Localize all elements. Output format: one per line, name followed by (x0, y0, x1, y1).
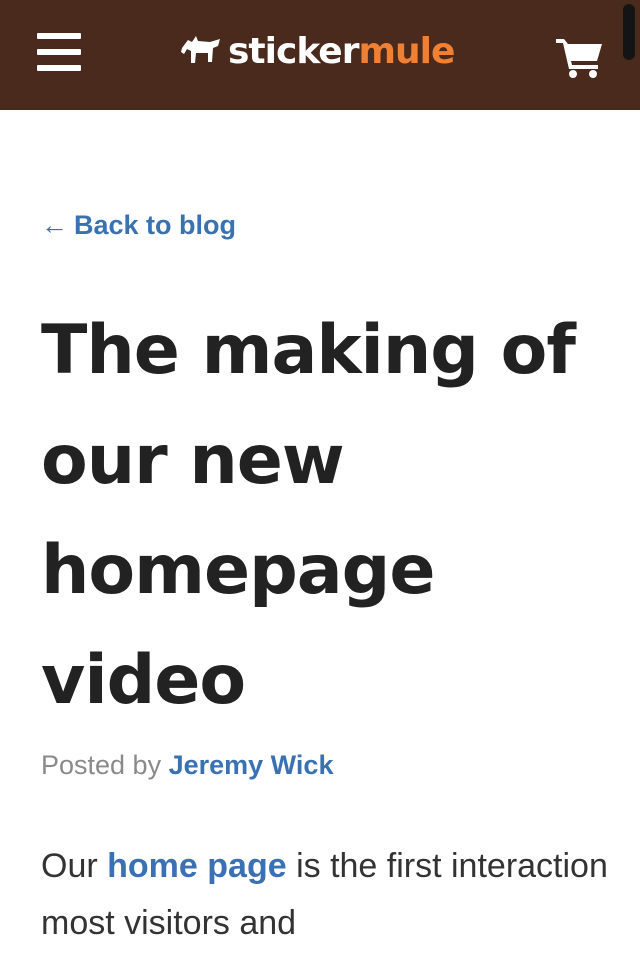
menu-bar-top (37, 33, 81, 39)
author-link[interactable]: Jeremy Wick (169, 750, 334, 780)
site-header: stickermule (0, 0, 640, 110)
byline-prefix: Posted by (41, 750, 162, 780)
home-page-link[interactable]: home page (107, 847, 286, 885)
logo-text-mule: mule (358, 31, 455, 72)
post-title: The making of our new homepage video (41, 311, 576, 720)
hamburger-menu-icon[interactable] (37, 33, 81, 73)
mule-icon (181, 36, 220, 63)
scrollbar-thumb[interactable] (623, 4, 635, 60)
logo-wordmark: stickermule (228, 28, 455, 76)
post-body-paragraph: Our home page is the first interaction m… (41, 838, 611, 952)
stickermule-logo[interactable]: stickermule (180, 28, 455, 76)
post-byline: Posted by Jeremy Wick (41, 750, 333, 781)
menu-bar-bottom (37, 65, 81, 71)
shopping-cart-icon[interactable] (556, 36, 604, 78)
menu-bar-middle (37, 49, 81, 55)
back-to-blog-link[interactable]: ← Back to blog (41, 210, 236, 241)
logo-text-sticker: sticker (228, 31, 359, 72)
back-arrow-icon: ← (41, 210, 68, 240)
body-text-before: Our (41, 847, 98, 885)
back-link-label: Back to blog (74, 210, 237, 240)
